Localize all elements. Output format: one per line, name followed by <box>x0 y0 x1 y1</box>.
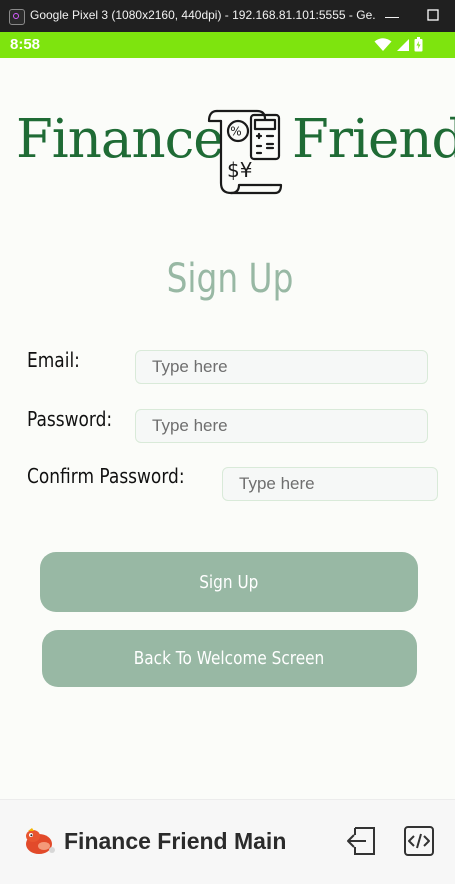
page-title: Sign Up <box>166 256 294 302</box>
sign-up-button[interactable]: Sign Up <box>40 552 418 612</box>
logo-word-finance: Finance <box>16 109 225 170</box>
app-mascot-icon <box>24 826 56 861</box>
confirm-password-field[interactable] <box>222 467 438 501</box>
minimize-icon[interactable]: — <box>382 6 402 26</box>
status-icons <box>374 37 423 52</box>
emulator-app-icon <box>9 9 25 25</box>
maximize-icon[interactable] <box>423 6 443 26</box>
sign-up-button-label: Sign Up <box>199 571 259 593</box>
wifi-icon <box>374 37 392 51</box>
window-title: Google Pixel 3 (1080x2160, 440dpi) - 192… <box>30 8 375 22</box>
finance-friend-logo: Finance % $¥ Friend <box>0 95 455 205</box>
signal-icon <box>397 38 409 51</box>
password-label: Password: <box>27 407 113 431</box>
receipt-symbols: $¥ <box>227 158 252 182</box>
battery-icon <box>414 37 423 52</box>
exit-icon[interactable] <box>345 825 377 862</box>
back-to-welcome-button[interactable]: Back To Welcome Screen <box>42 630 417 687</box>
logo-word-friend: Friend <box>292 109 455 170</box>
password-field[interactable] <box>135 409 428 443</box>
back-button-label: Back To Welcome Screen <box>134 648 325 669</box>
svg-text:%: % <box>230 125 241 139</box>
status-time: 8:58 <box>10 36 41 53</box>
emulator-title-bar: Google Pixel 3 (1080x2160, 440dpi) - 192… <box>0 0 455 32</box>
status-bar: 8:58 <box>0 32 455 58</box>
email-field[interactable] <box>135 350 428 384</box>
app-name: Finance Friend Main <box>64 828 287 854</box>
receipt-calculator-icon: % $¥ <box>205 99 285 204</box>
email-label: Email: <box>27 348 80 372</box>
bottom-app-bar: Finance Friend Main <box>0 799 455 884</box>
confirm-password-label: Confirm Password: <box>27 464 185 488</box>
code-icon[interactable] <box>403 825 435 862</box>
